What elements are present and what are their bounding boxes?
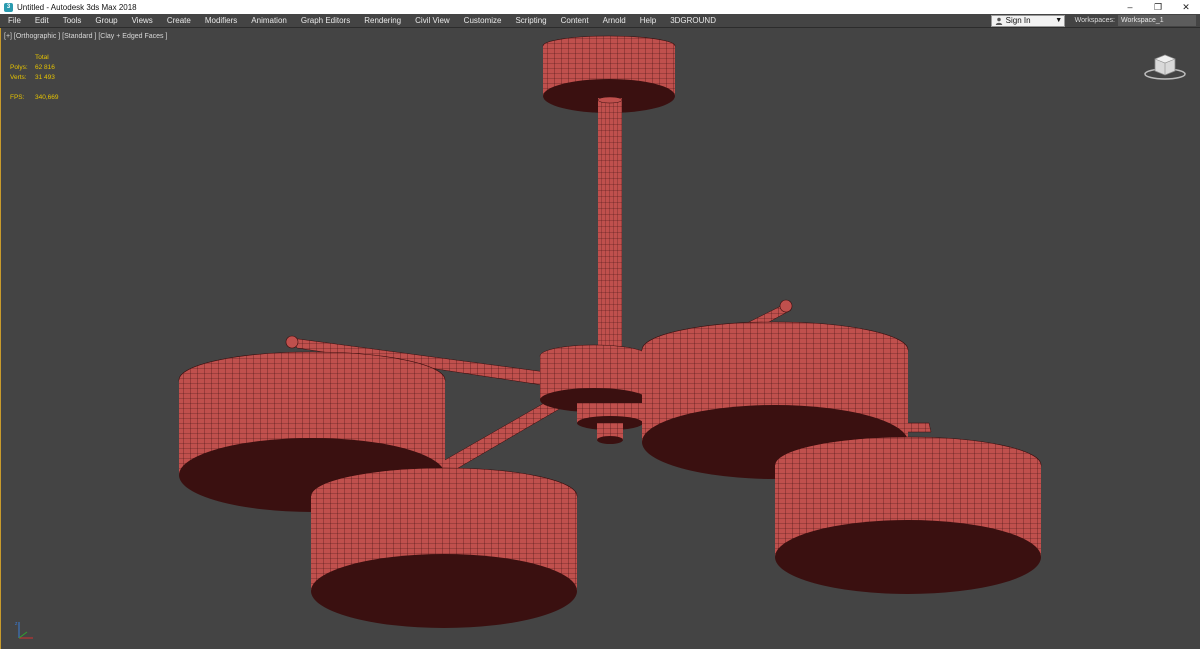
dropdown-caret-icon: ▼ bbox=[1055, 17, 1063, 24]
menu-edit[interactable]: Edit bbox=[28, 14, 56, 28]
menu-civil-view[interactable]: Civil View bbox=[408, 14, 457, 28]
menu-scripting[interactable]: Scripting bbox=[508, 14, 553, 28]
axis-gizmo-icon: z bbox=[15, 621, 33, 639]
polys-value: 62 816 bbox=[35, 64, 55, 71]
workspaces-label: Workspaces: bbox=[1074, 17, 1115, 24]
verts-value: 31 493 bbox=[35, 74, 55, 81]
viewport-label[interactable]: [+] [Orthographic ] [Standard ] [Clay + … bbox=[4, 33, 167, 40]
menu-group[interactable]: Group bbox=[88, 14, 124, 28]
menu-graph-editors[interactable]: Graph Editors bbox=[294, 14, 357, 28]
polys-label: Polys: bbox=[10, 64, 28, 71]
sign-in-dropdown[interactable]: Sign In ▼ bbox=[990, 14, 1065, 27]
menu-customize[interactable]: Customize bbox=[457, 14, 509, 28]
viewport-orthographic[interactable]: [+] [Orthographic ] [Standard ] [Clay + … bbox=[0, 28, 1200, 649]
menu-content[interactable]: Content bbox=[554, 14, 596, 28]
menu-modifiers[interactable]: Modifiers bbox=[198, 14, 244, 28]
fps-value: 340,669 bbox=[35, 94, 59, 101]
menu-animation[interactable]: Animation bbox=[244, 14, 294, 28]
minimize-button[interactable]: – bbox=[1116, 0, 1144, 14]
menu-arnold[interactable]: Arnold bbox=[596, 14, 633, 28]
window-title: Untitled - Autodesk 3ds Max 2018 bbox=[17, 2, 137, 12]
app-icon: 3 bbox=[4, 2, 13, 12]
fps-label: FPS: bbox=[10, 94, 25, 101]
title-bar: 3 Untitled - Autodesk 3ds Max 2018 – ❐ ✕ bbox=[0, 0, 1200, 14]
sign-in-label: Sign In bbox=[1005, 16, 1031, 25]
stats-total-header: Total bbox=[35, 54, 49, 61]
menu-bar: File Edit Tools Group Views Create Modif… bbox=[0, 14, 1200, 28]
menu-create[interactable]: Create bbox=[160, 14, 198, 28]
verts-label: Verts: bbox=[10, 74, 27, 81]
restore-button[interactable]: ❐ bbox=[1144, 0, 1172, 14]
svg-text:z: z bbox=[15, 621, 18, 627]
menu-rendering[interactable]: Rendering bbox=[357, 14, 408, 28]
menu-views[interactable]: Views bbox=[125, 14, 160, 28]
menu-3dground[interactable]: 3DGROUND bbox=[663, 14, 723, 28]
workspace-select[interactable]: Workspace_1 bbox=[1118, 15, 1196, 26]
menu-tools[interactable]: Tools bbox=[56, 14, 89, 28]
menu-help[interactable]: Help bbox=[633, 14, 663, 28]
chandelier-model[interactable] bbox=[1, 28, 1200, 649]
user-icon bbox=[995, 17, 1002, 25]
viewcube-icon[interactable] bbox=[1144, 51, 1186, 81]
close-button[interactable]: ✕ bbox=[1172, 0, 1200, 14]
scene-statistics: Total Polys: 62 816 Verts: 31 493 FPS: 3… bbox=[10, 53, 59, 103]
menu-file[interactable]: File bbox=[0, 14, 28, 28]
